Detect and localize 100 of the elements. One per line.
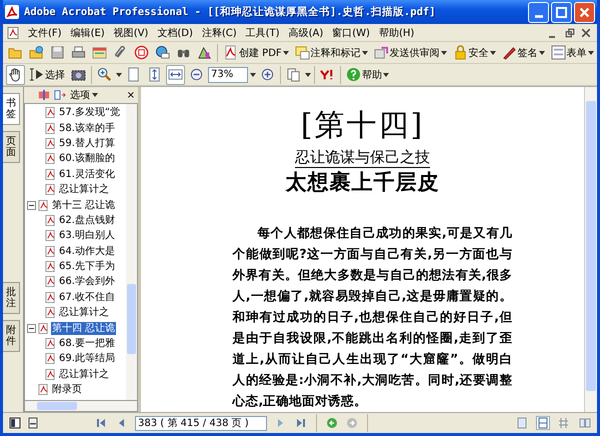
stamp-icon[interactable] [132,42,151,62]
pdf-document-icon [223,45,238,60]
bookmark-item[interactable]: 61.灵活变化 [58,168,116,181]
bookmark-icon [45,230,56,242]
bookmark-icon [45,307,56,318]
bookmark-item[interactable]: 63.明白别人 [58,229,116,242]
close-button[interactable] [574,2,595,22]
bookmark-item[interactable]: 附录页 [51,383,83,396]
bookmark-icon [45,261,56,272]
bookmark-icon [45,184,56,196]
bookmark-item[interactable]: 忍让算计之 [58,183,110,196]
vertical-scrollbar[interactable] [126,104,137,400]
side-tab[interactable]: 批注 [3,282,20,314]
caret-icon [362,50,368,54]
bookmark-item[interactable]: 第十三 忍让诡 [51,198,116,212]
maximize-icon [555,6,568,18]
menu-item[interactable]: 视图(V) [114,26,148,40]
bookmark-item[interactable]: 60.该翻脸的 [58,152,116,166]
minimize-icon [549,36,555,38]
page-number-field[interactable]: 383 ( 第 415 / 438 页 ) [135,416,267,430]
bookmark-item[interactable]: 69.此等结局 [58,352,116,366]
task-button[interactable]: 表单 [548,42,596,62]
menu-item[interactable]: 文档(D) [157,26,193,40]
zoom-field[interactable]: 73% [208,66,248,82]
bookmark-icon [45,292,56,303]
close-icon [581,28,591,38]
menu-item[interactable]: 工具(T) [246,26,280,40]
bookmark-item[interactable]: 62.盘点钱财 [58,214,116,227]
caret-icon[interactable] [116,72,122,76]
bookmark-icon [45,276,56,288]
menu-item[interactable]: 注释(C) [202,26,237,40]
fit-width-icon[interactable] [166,64,185,84]
document-icon[interactable] [27,417,39,429]
menu-item[interactable]: 文件(F) [28,26,62,40]
collapse-toggle-icon[interactable] [27,324,36,333]
caret-icon[interactable] [250,72,256,76]
bookmark-item[interactable]: 忍让算计之 [58,368,110,381]
expand-bookmark-icon[interactable] [38,89,50,101]
bookmark-icon [45,168,56,180]
menu-item[interactable]: 高级(A) [288,26,324,40]
task-button[interactable]: 签名 [500,42,547,62]
menu-item[interactable]: 帮助(H) [378,26,414,40]
document-scrollbar[interactable] [584,87,597,412]
bookmark-item[interactable]: 65.先下手为 [58,260,116,274]
maximize-button[interactable] [551,2,572,22]
restore-document-button[interactable] [563,26,577,40]
bookmark-icon [38,384,49,396]
horizontal-scrollbar[interactable] [24,400,138,412]
back-arrow-icon[interactable] [326,417,338,429]
task-button[interactable]: 创建 PDF [221,42,291,62]
help-icon [346,67,361,82]
acrobat-logo-icon [5,5,19,19]
options-button[interactable]: 选项 [70,88,98,102]
body-paragraph: 每个人都想保住自己成功的果实,可是又有几个能做到呢?这一方面与自己有关,另一方面也与外界有关。但绝大多数是与自己的想法有关,很多人,一想偏了,就容易毁掉自己,这是毋庸置疑的。和珅有过成功的日子,也想保住自己的好日子,但是由于自我设限,不能跳出名利的怪圈,走到了歪道上,从而让自己人生出现了“大窟窿”。做明白人的经验是:小洞不补,大洞吃苦。同时,还要调整心态,正确地面对诱惑。 [232,224,512,410]
hand-tool-icon[interactable] [6,64,25,84]
padlock-icon [452,45,468,60]
continuous-page-icon[interactable] [537,417,549,429]
bookmark-item[interactable]: 59.替人打算 [58,136,116,150]
caret-icon [490,50,496,54]
bookmark-icon [45,368,56,380]
close-panel-button[interactable]: × [126,90,135,100]
bookmark-item[interactable]: 67.收不住自 [58,290,116,304]
bookmark-item[interactable]: 57.多发现“觉 [58,106,122,120]
bookmark-item[interactable]: 66.学会到外 [58,275,116,288]
form-icon [550,45,566,60]
side-tab[interactable]: 附件 [3,320,20,352]
bookmark-icon [38,322,49,334]
minimize-icon [534,14,542,18]
task-button[interactable]: 安全 [450,42,498,62]
caret-icon [282,50,289,54]
bookmark-item[interactable]: 忍让算计之 [58,306,110,320]
bookmark-icon [45,214,56,226]
menu-item[interactable]: 窗口(W) [332,26,370,40]
caret-icon[interactable] [305,72,311,76]
bookmark-icon [45,153,56,164]
window-title: Adobe Acrobat Professional - [[和珅忍让诡谋厚黑全书].史哲.扫描版.pdf] [24,5,437,19]
bookmark-item[interactable]: 第十四 忍让诡 [51,322,116,335]
select-tool-button[interactable]: 选择 [27,64,67,84]
side-tab[interactable]: 页面 [3,131,20,163]
help-button[interactable]: 帮助 [344,64,391,84]
task-button[interactable]: 发送供审阅 [372,42,449,62]
caret-icon [588,50,594,54]
collapse-toggle-icon[interactable] [27,200,36,210]
task-button[interactable]: 注释和标记 [292,42,370,62]
chapter-number: [第十四] [300,107,424,145]
bookmark-icon [45,107,56,118]
send-document-icon [374,45,389,60]
last-page-icon[interactable] [295,417,307,429]
first-page-icon[interactable] [95,417,107,429]
bookmark-item[interactable]: 58.该幸的手 [58,122,116,135]
close-icon [578,6,591,18]
bookmark-item[interactable]: 64.动作大是 [58,244,116,258]
menu-item[interactable]: 编辑(E) [70,26,105,40]
panel-toggle-icon[interactable] [9,417,21,429]
bookmark-icon [45,122,56,134]
close-document-button[interactable] [579,26,593,40]
bookmark-list-icon[interactable] [54,89,66,101]
bookmark-item[interactable]: 68.要一把雅 [58,337,116,350]
minimize-button[interactable] [528,2,549,22]
side-tab[interactable]: 书签 [3,93,20,125]
